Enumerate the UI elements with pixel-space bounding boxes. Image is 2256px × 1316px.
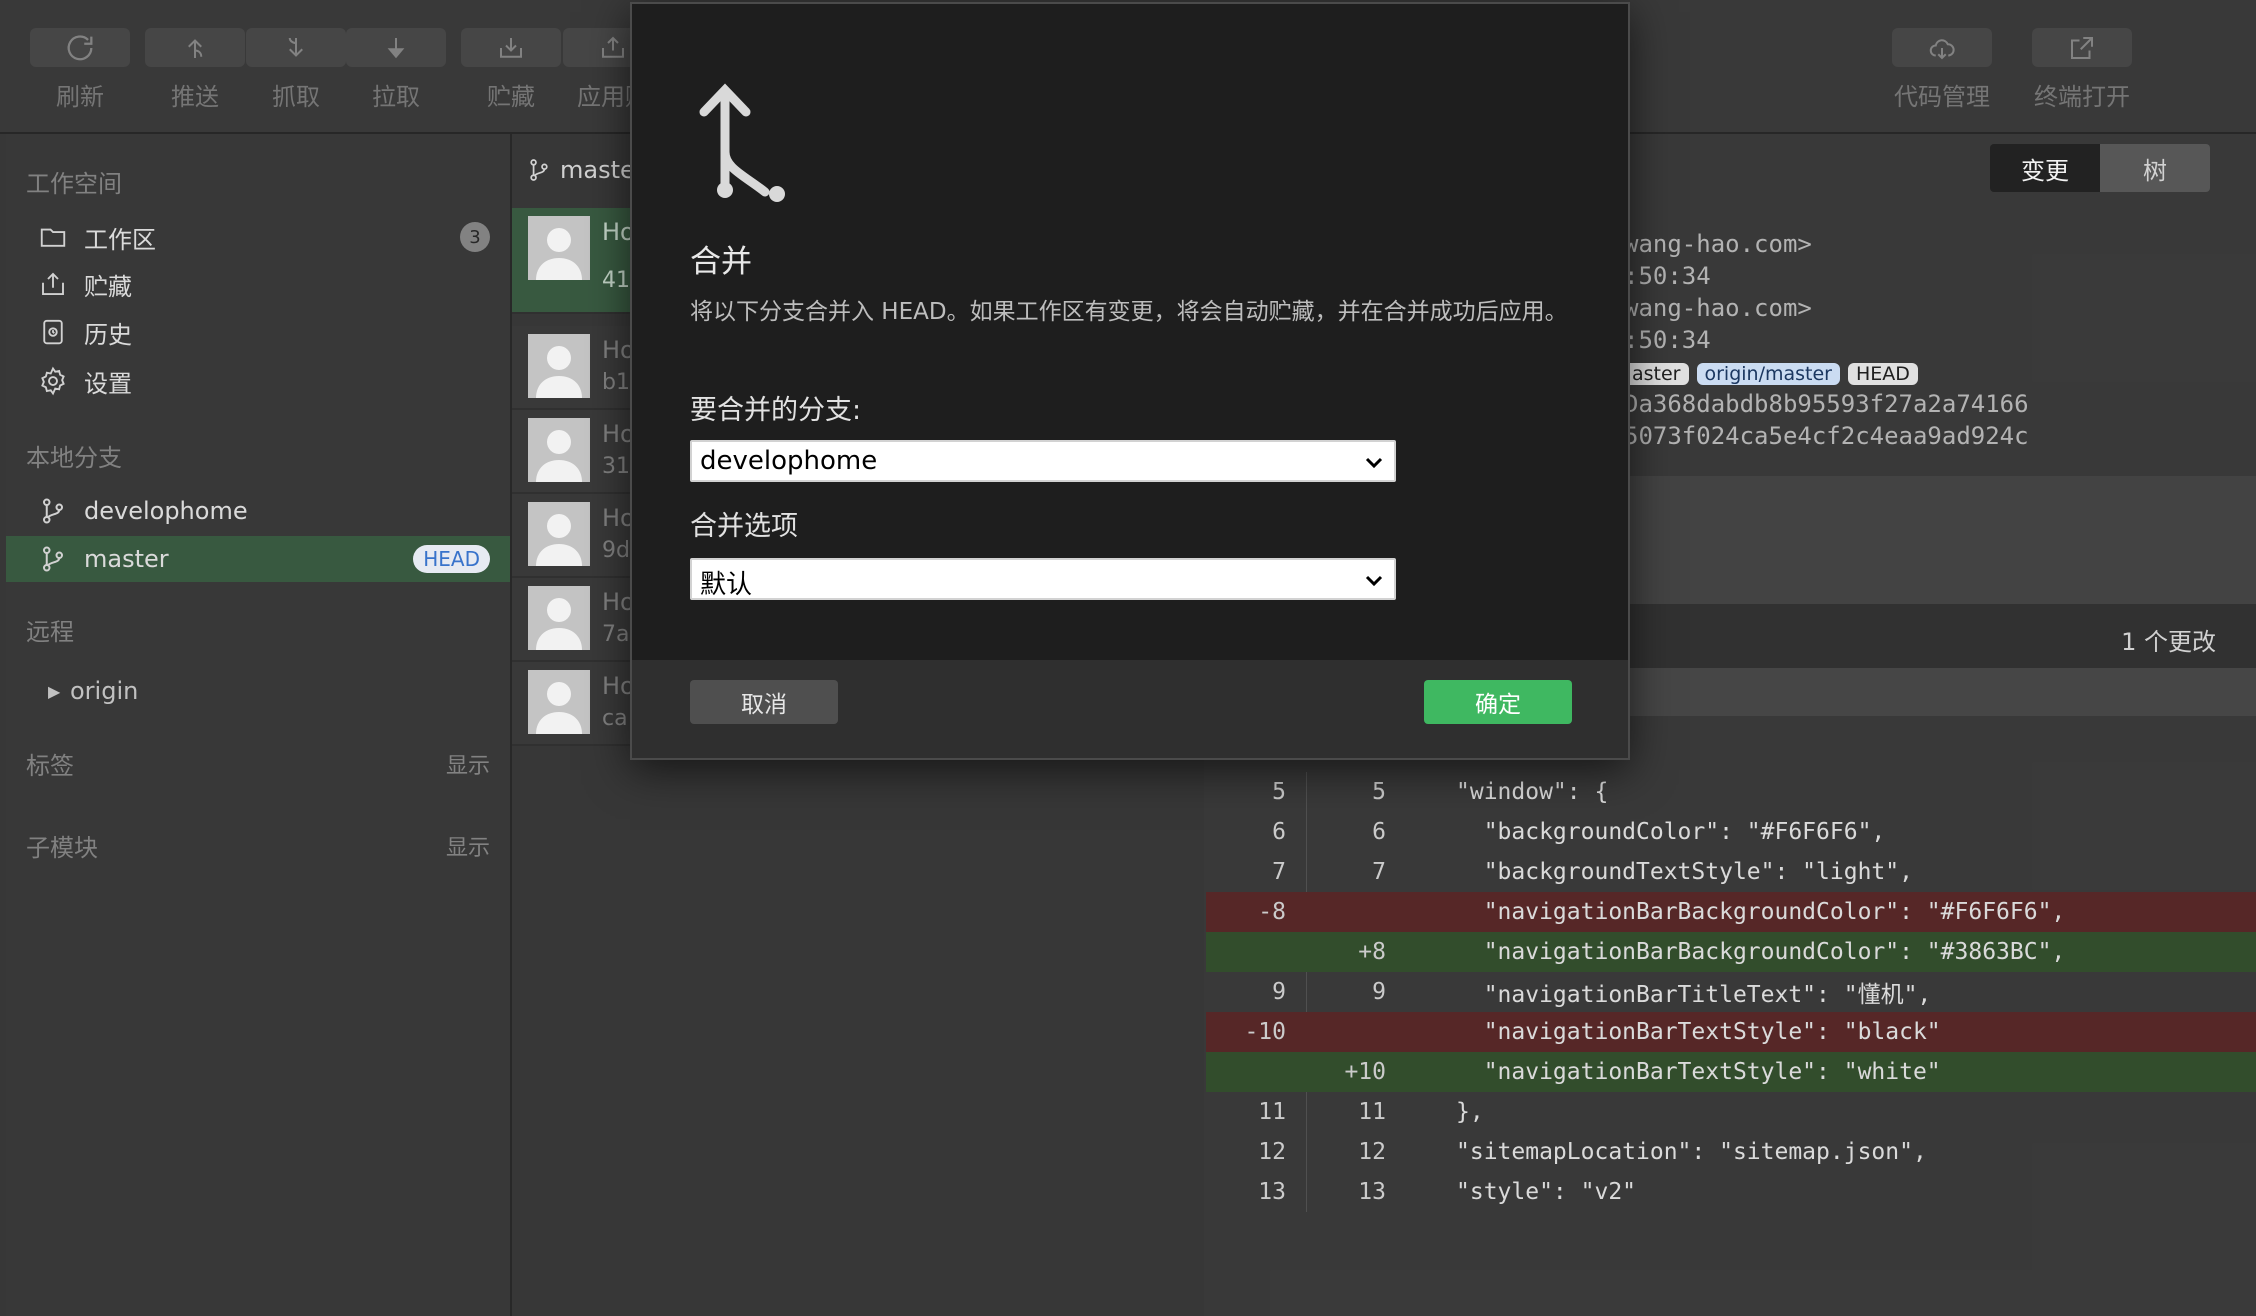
dialog-title: 合并: [690, 244, 752, 280]
merge-icon: [699, 83, 785, 202]
merge-option-value: 默认: [700, 570, 753, 600]
dialog-description: 将以下分支合并入 HEAD。如果工作区有变更，将会自动贮藏，并在合并成功后应用。: [690, 299, 1568, 325]
merge-dialog: 合并 将以下分支合并入 HEAD。如果工作区有变更，将会自动贮藏，并在合并成功后…: [630, 2, 1630, 760]
merge-option-select[interactable]: 默认: [690, 558, 1396, 600]
branch-select-value: develophome: [700, 446, 878, 476]
chevron-down-icon: [1365, 575, 1383, 587]
option-field-label: 合并选项: [690, 511, 798, 542]
branch-field-label: 要合并的分支:: [690, 395, 862, 426]
branch-select[interactable]: develophome: [690, 440, 1396, 482]
confirm-button[interactable]: 确定: [1424, 680, 1572, 724]
dialog-footer: 取消 确定: [632, 660, 1628, 758]
chevron-down-icon: [1365, 457, 1383, 469]
cancel-button[interactable]: 取消: [690, 680, 838, 724]
